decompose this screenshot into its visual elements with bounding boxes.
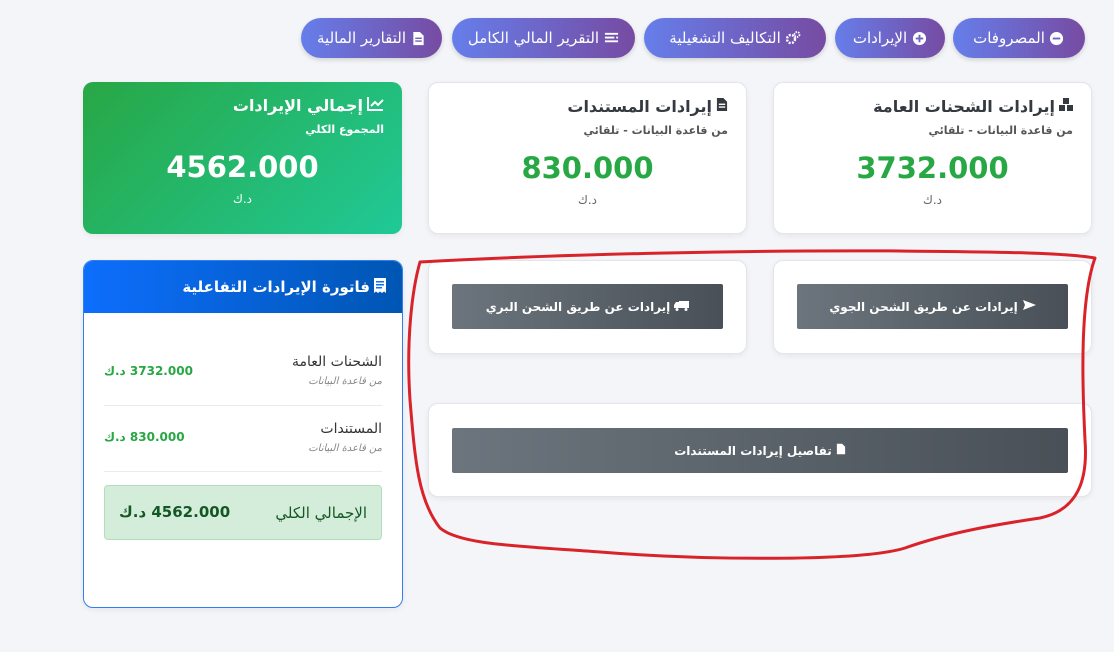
invoice-row-source: من قاعدة البيانات [308,376,382,387]
documents-revenue-unit: د.ك [577,193,598,207]
invoice-row-amount: 830.000 د.ك [104,430,185,444]
documents-revenue-card: إيرادات المستندات من قاعدة البيانات - تل… [428,82,747,234]
total-revenue-title: إجمالي الإيرادات [101,96,384,115]
gears-icon [785,30,801,46]
invoice-header: فاتورة الإيرادات التفاعلية [84,261,402,313]
minus-circle-icon [1049,30,1065,46]
invoice-row-label: الشحنات العامة [292,354,382,370]
total-revenue-source: المجموع الكلي [305,123,384,136]
nav-expenses-label: المصروفات [973,29,1045,47]
total-revenue-card: إجمالي الإيرادات المجموع الكلي 4562.000 … [83,82,402,234]
shipments-revenue-card: إيرادات الشحنات العامة من قاعدة البيانات… [773,82,1092,234]
truck-icon [674,300,690,314]
invoice-row-label: المستندات [320,421,382,437]
nav-revenues-label: الإيرادات [852,29,908,47]
nav-financial-reports-button[interactable]: التقارير المالية [301,18,442,58]
file-icon [716,97,728,116]
invoice-total-label: الإجمالي الكلي [275,504,367,522]
divider [104,471,382,472]
nav-operating-costs-button[interactable]: التكاليف التشغيلية [644,18,826,58]
shipments-revenue-title: إيرادات الشحنات العامة [792,97,1073,116]
nav-financial-reports-label: التقارير المالية [317,29,407,47]
documents-revenue-source: من قاعدة البيانات - تلقائي [583,124,728,137]
documents-revenue-details-button[interactable]: تفاصيل إيرادات المستندات [452,428,1068,473]
shipments-revenue-source: من قاعدة البيانات - تلقائي [928,124,1073,137]
boxes-icon [1059,97,1073,116]
chart-line-icon [367,96,384,115]
receipt-icon [374,277,386,297]
interactive-revenue-invoice: فاتورة الإيرادات التفاعلية الشحنات العام… [83,260,403,608]
total-revenue-unit: د.ك [232,192,253,206]
invoice-total-value: 4562.000 د.ك [119,503,231,521]
file-icon [836,443,846,458]
shipments-revenue-value: 3732.000 [856,151,1009,185]
nav-expenses-button[interactable]: المصروفات [953,18,1085,58]
documents-revenue-value: 830.000 [521,151,654,185]
plus-circle-icon [911,30,927,46]
nav-revenues-button[interactable]: الإيرادات [835,18,945,58]
invoice-total-box: الإجمالي الكلي 4562.000 د.ك [104,485,382,540]
total-revenue-value: 4562.000 [166,150,319,184]
top-navigation: المصروفات الإيرادات التكاليف التشغيلية ا… [0,18,1114,58]
file-icon [410,30,426,46]
invoice-row-shipments: الشحنات العامة من قاعدة البيانات 3732.00… [104,354,382,406]
invoice-row-source: من قاعدة البيانات [308,443,382,454]
list-icon [603,30,619,46]
documents-revenue-title: إيرادات المستندات [447,97,728,116]
shipments-revenue-unit: د.ك [922,193,943,207]
plane-icon [1022,299,1036,314]
invoice-row-amount: 3732.000 د.ك [104,364,193,378]
invoice-title: فاتورة الإيرادات التفاعلية [182,278,370,296]
nav-full-report-label: التقرير المالي الكامل [467,29,600,47]
air-shipping-revenue-button[interactable]: إيرادات عن طريق الشحن الجوي [797,284,1068,329]
invoice-row-documents: المستندات من قاعدة البيانات 830.000 د.ك [104,421,382,473]
nav-operating-costs-label: التكاليف التشغيلية [669,29,781,47]
nav-full-report-button[interactable]: التقرير المالي الكامل [452,18,635,58]
land-shipping-revenue-button[interactable]: إيرادات عن طريق الشحن البري [452,284,723,329]
